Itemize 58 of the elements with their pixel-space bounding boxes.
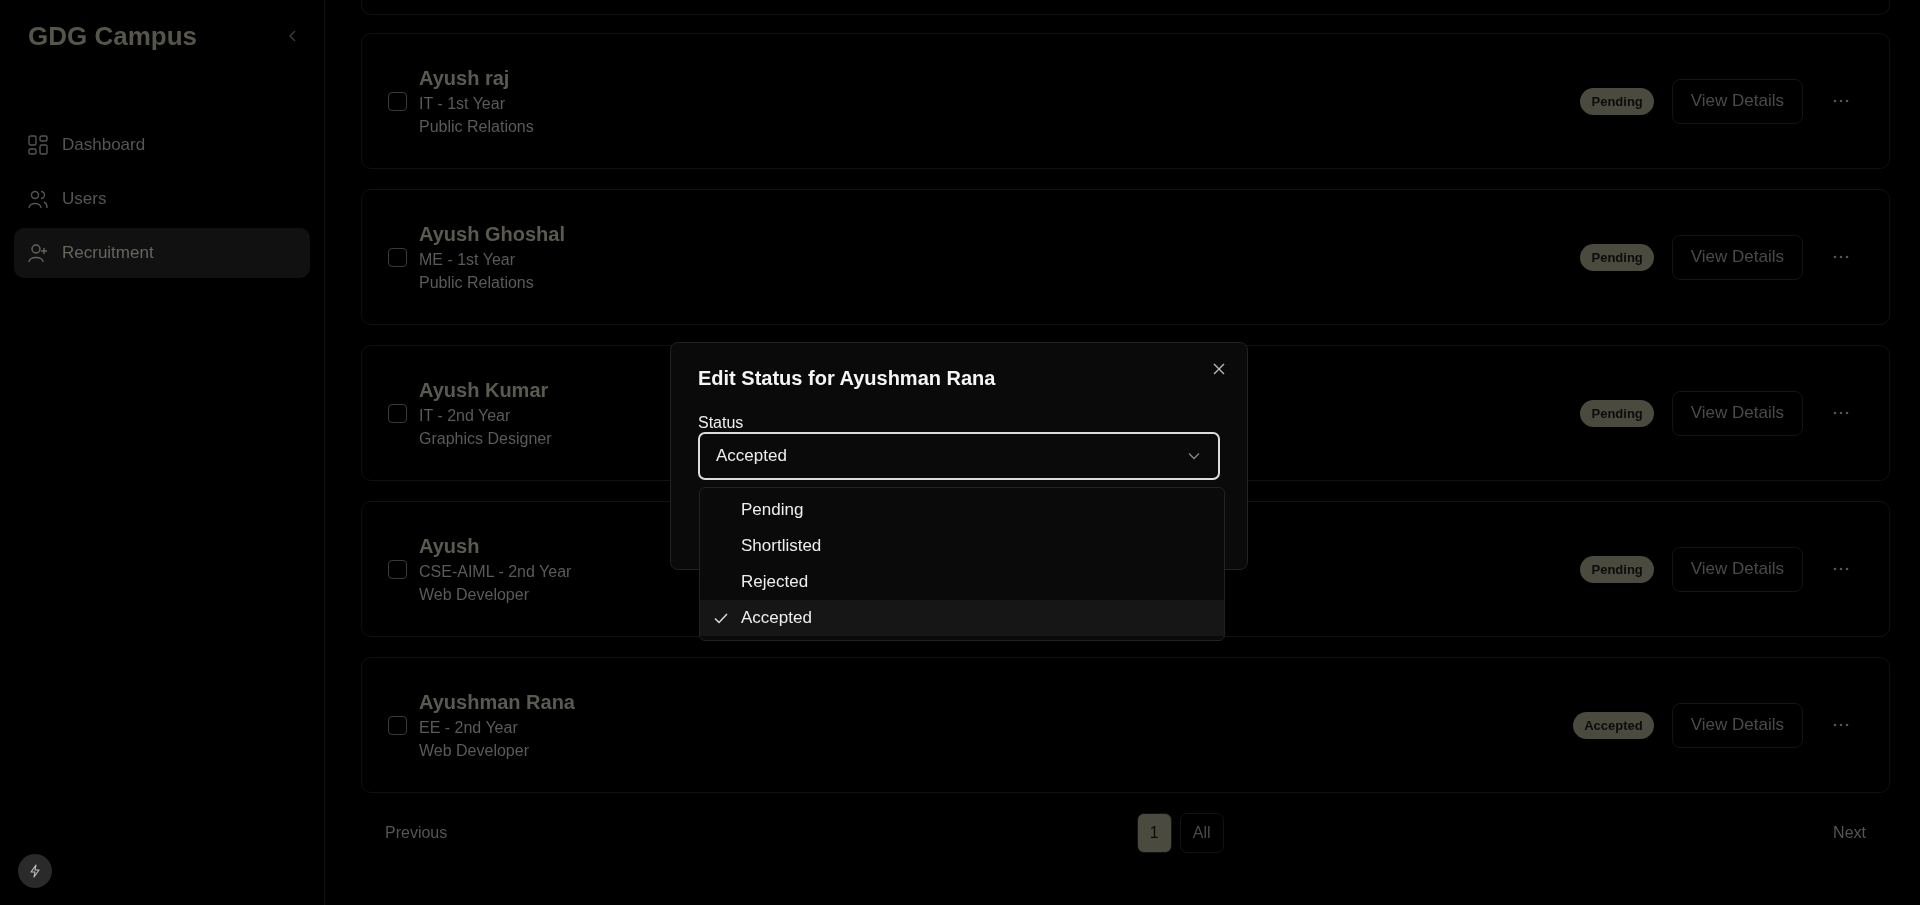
applicant-role: Graphics Designer	[419, 429, 552, 448]
status-badge: Pending	[1580, 399, 1654, 427]
applicant-details: CSE-AIML - 2nd Year	[419, 562, 572, 581]
field-label: Status	[698, 414, 745, 432]
checkbox[interactable]	[388, 715, 407, 735]
page-button[interactable]: 1	[1136, 813, 1172, 853]
applicant-role: Public Relations	[419, 273, 534, 292]
page-button[interactable]: All	[1179, 813, 1224, 853]
nav-item[interactable]: Dashboard	[14, 120, 310, 170]
nav-item[interactable]: Recruitment	[14, 228, 310, 278]
status-badge: Accepted	[1573, 711, 1654, 739]
chevron-left-icon[interactable]	[288, 29, 298, 43]
more-icon[interactable]	[1833, 567, 1849, 571]
applicant-details: EE - 2nd Year	[419, 718, 518, 737]
more-icon[interactable]	[1833, 411, 1849, 415]
applicant-role: Web Developer	[419, 585, 529, 604]
applicant-name: Ayush raj	[419, 66, 510, 90]
next-button[interactable]: Next	[1825, 816, 1874, 850]
dialog-title: Edit Status for Ayushman Rana	[698, 367, 997, 390]
chevron-down-icon	[1188, 452, 1200, 460]
checkbox[interactable]	[388, 559, 407, 579]
more-icon[interactable]	[1833, 723, 1849, 727]
applicant-name: Ayush Ghoshal	[419, 222, 565, 246]
dropdown-option[interactable]: Shortlisted	[700, 528, 1224, 564]
close-icon[interactable]	[1213, 363, 1225, 375]
status-select[interactable]: Accepted	[698, 432, 1220, 480]
view-details-button[interactable]: View Details	[1671, 234, 1803, 280]
applicant-role: Web Developer	[419, 741, 529, 760]
status-badge: Pending	[1580, 555, 1654, 583]
checkbox[interactable]	[388, 91, 407, 111]
status-badge: Pending	[1580, 87, 1654, 115]
lightning-icon[interactable]	[18, 854, 52, 888]
view-details-button[interactable]: View Details	[1671, 390, 1803, 436]
view-details-button[interactable]: View Details	[1671, 78, 1803, 124]
applicant-details: ME - 1st Year	[419, 250, 516, 269]
view-details-button[interactable]: View Details	[1671, 546, 1803, 592]
applicant-name: Ayushman Rana	[419, 690, 575, 714]
more-icon[interactable]	[1833, 255, 1849, 259]
applicant-details: IT - 1st Year	[419, 94, 505, 113]
more-icon[interactable]	[1833, 99, 1849, 103]
dropdown-option[interactable]: Accepted	[700, 600, 1224, 636]
checkbox[interactable]	[388, 247, 407, 267]
app-title: GDG Campus	[28, 20, 198, 52]
user-plus-icon	[28, 243, 48, 263]
applicant-role: Public Relations	[419, 117, 534, 136]
dropdown-option[interactable]: Rejected	[700, 564, 1224, 600]
dashboard-icon	[28, 135, 48, 155]
dropdown-option[interactable]: Pending	[700, 492, 1224, 528]
check-icon	[713, 612, 728, 624]
checkbox[interactable]	[388, 403, 407, 423]
applicant-name: Ayush	[419, 534, 480, 558]
applicant-details: IT - 2nd Year	[419, 406, 511, 425]
users-icon	[28, 189, 48, 209]
nav-item[interactable]: Users	[14, 174, 310, 224]
applicant-name: Ayush Kumar	[419, 378, 549, 402]
view-details-button[interactable]: View Details	[1671, 702, 1803, 748]
status-badge: Pending	[1580, 243, 1654, 271]
previous-button[interactable]: Previous	[377, 816, 456, 850]
